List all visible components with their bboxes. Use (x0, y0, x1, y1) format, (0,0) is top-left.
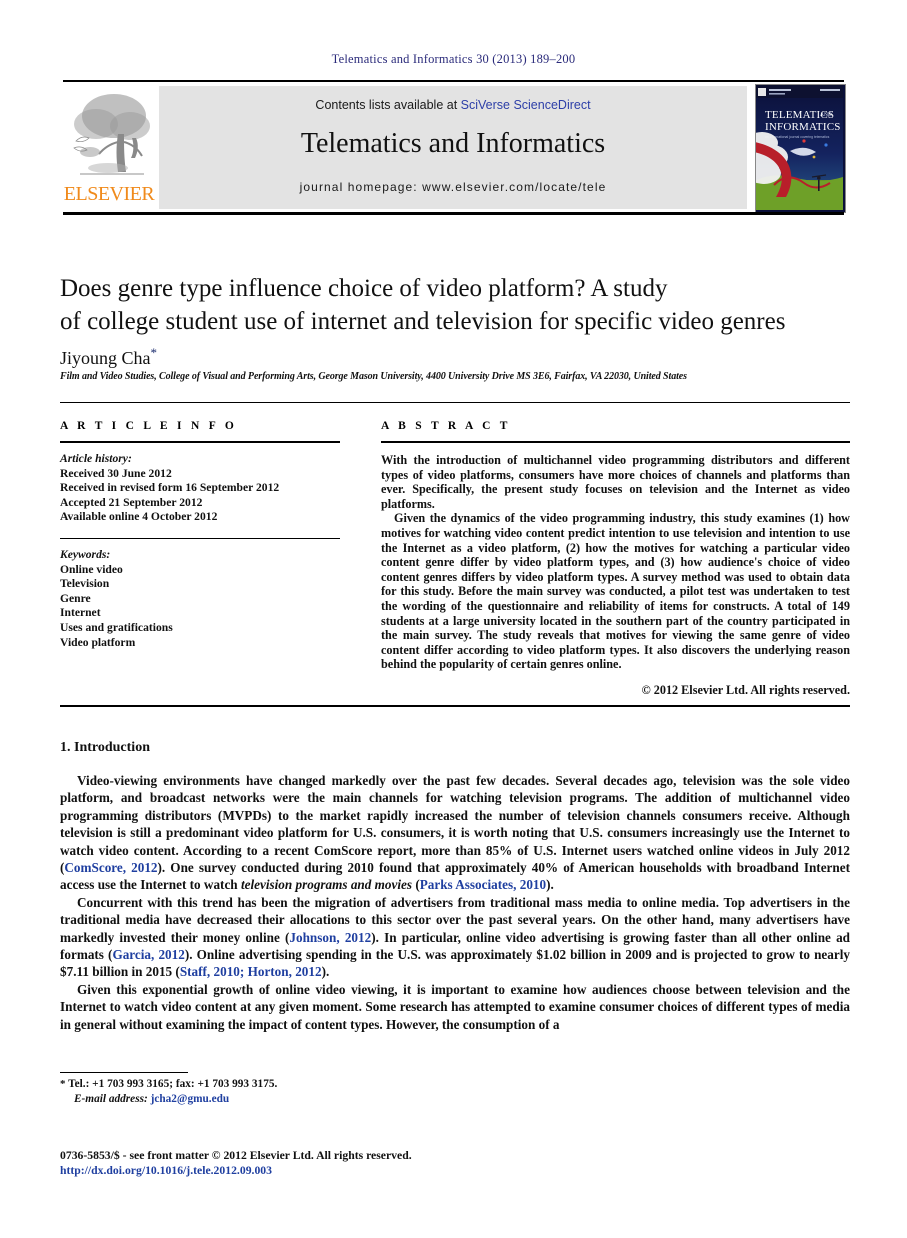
history-item: Received in revised form 16 September 20… (60, 481, 280, 495)
article-info-column: A R T I C L E I N F O Article history: R… (60, 420, 340, 650)
keywords-divider-rule (60, 537, 340, 539)
masthead-top-rule (63, 80, 844, 82)
footnote-block: * Tel.: +1 703 993 3165; fax: +1 703 993… (60, 1077, 480, 1107)
citation-parks-associates-2010[interactable]: Parks Associates, 2010 (420, 877, 546, 892)
body-paragraph-1: Video-viewing environments have changed … (60, 772, 850, 894)
journal-title: Telematics and Informatics (300, 128, 606, 159)
elsevier-tree-icon (66, 86, 152, 181)
issn-copyright-block: 0736-5853/$ - see front matter © 2012 El… (60, 1148, 560, 1178)
masthead-gray-band: Contents lists available at SciVerse Sci… (159, 86, 747, 209)
contents-lists-line: Contents lists available at SciVerse Sci… (159, 98, 747, 112)
citation-johnson-2012[interactable]: Johnson, 2012 (289, 930, 371, 945)
elsevier-logo: ELSEVIER (63, 86, 155, 210)
keyword-item: Uses and gratifications (60, 620, 173, 634)
footnote-rule (60, 1072, 188, 1073)
section-heading-introduction: 1. Introduction (60, 740, 150, 755)
footnote-marker: * (60, 1078, 66, 1090)
abstract-heading-rule (381, 441, 850, 443)
footnote-contact-line: * Tel.: +1 703 993 3165; fax: +1 703 993… (60, 1077, 480, 1092)
page-title: Does genre type influence choice of vide… (60, 272, 850, 338)
footnote-email-line: E-mail address: jcha2@gmu.edu (60, 1092, 480, 1107)
issn-line: 0736-5853/$ - see front matter © 2012 El… (60, 1149, 412, 1162)
history-item: Received 30 June 2012 (60, 466, 172, 480)
para1-part-d: ). (546, 877, 554, 893)
keyword-item: Television (60, 577, 110, 591)
keyword-item: Internet (60, 606, 101, 620)
author-name: Jiyoung Cha* (60, 345, 850, 369)
journal-masthead: ELSEVIER Contents lists available at Sci… (63, 80, 846, 215)
para2-part-d: ). (321, 964, 330, 980)
keyword-item: Genre (60, 591, 91, 605)
sciencedirect-link[interactable]: SciVerse ScienceDirect (461, 98, 591, 112)
article-info-heading: A R T I C L E I N F O (60, 420, 238, 432)
abstract-paragraph: Given the dynamics of the video programm… (381, 511, 850, 672)
keyword-item: Video platform (60, 635, 136, 649)
title-line-1: Does genre type influence choice of vide… (60, 275, 668, 302)
journal-homepage-link[interactable]: journal homepage: www.elsevier.com/locat… (159, 180, 747, 194)
body-paragraph-3: Given this exponential growth of online … (60, 981, 850, 1032)
keywords-list: Keywords: Online video Television Genre … (60, 548, 340, 650)
para1-italic: television programs and movies (240, 877, 413, 893)
paper-page: Telematics and Informatics 30 (2013) 189… (0, 0, 907, 1238)
article-info-heading-rule (60, 441, 340, 443)
svg-text:AND: AND (820, 112, 832, 118)
email-address-link[interactable]: jcha2@gmu.edu (151, 1093, 230, 1105)
keyword-item: Online video (60, 562, 123, 576)
abstract-block-top-rule (60, 402, 850, 403)
citation-garcia-2012[interactable]: Garcia, 2012 (112, 947, 184, 962)
abstract-heading: A B S T R A C T (381, 420, 511, 432)
para1-part-c: ( (412, 877, 420, 893)
body-paragraph-2: Concurrent with this trend has been the … (60, 894, 850, 981)
keywords-label: Keywords: (60, 547, 111, 561)
citation-staff-horton[interactable]: Staff, 2010; Horton, 2012 (180, 964, 322, 979)
masthead-bottom-rule (63, 212, 844, 215)
history-item: Accepted 21 September 2012 (60, 495, 203, 509)
contents-lists-prefix: Contents lists available at (315, 98, 461, 112)
title-line-2: of college student use of internet and t… (60, 308, 786, 335)
running-head: Telematics and Informatics 30 (2013) 189… (331, 52, 576, 66)
abstract-column: A B S T R A C T With the introduction of… (381, 420, 850, 698)
citation-comscore-2012[interactable]: ComScore, 2012 (64, 860, 157, 875)
abstract-paragraph: With the introduction of multichannel vi… (381, 453, 850, 511)
abstract-block-bottom-rule (60, 705, 850, 707)
footnote-tel-fax: Tel.: +1 703 993 3165; fax: +1 703 993 3… (68, 1078, 278, 1090)
elsevier-wordmark: ELSEVIER (63, 183, 155, 205)
email-address-label: E-mail address: (74, 1093, 148, 1105)
author-affiliation: Film and Video Studies, College of Visua… (60, 371, 687, 382)
corresponding-author-marker[interactable]: * (151, 345, 158, 360)
history-item: Available online 4 October 2012 (60, 510, 218, 524)
body-text: Video-viewing environments have changed … (60, 772, 850, 1033)
journal-cover-thumbnail: TELEMATICS AND INFORMATICS an internatio… (755, 84, 846, 213)
author-label: Jiyoung Cha (60, 348, 151, 368)
article-history: Article history: Received 30 June 2012 R… (60, 452, 340, 525)
article-history-label: Article history: (60, 452, 132, 465)
doi-link[interactable]: http://dx.doi.org/10.1016/j.tele.2012.09… (60, 1163, 560, 1178)
svg-text:INFORMATICS: INFORMATICS (765, 121, 841, 133)
abstract-text: With the introduction of multichannel vi… (381, 453, 850, 672)
abstract-copyright: © 2012 Elsevier Ltd. All rights reserved… (641, 682, 850, 697)
